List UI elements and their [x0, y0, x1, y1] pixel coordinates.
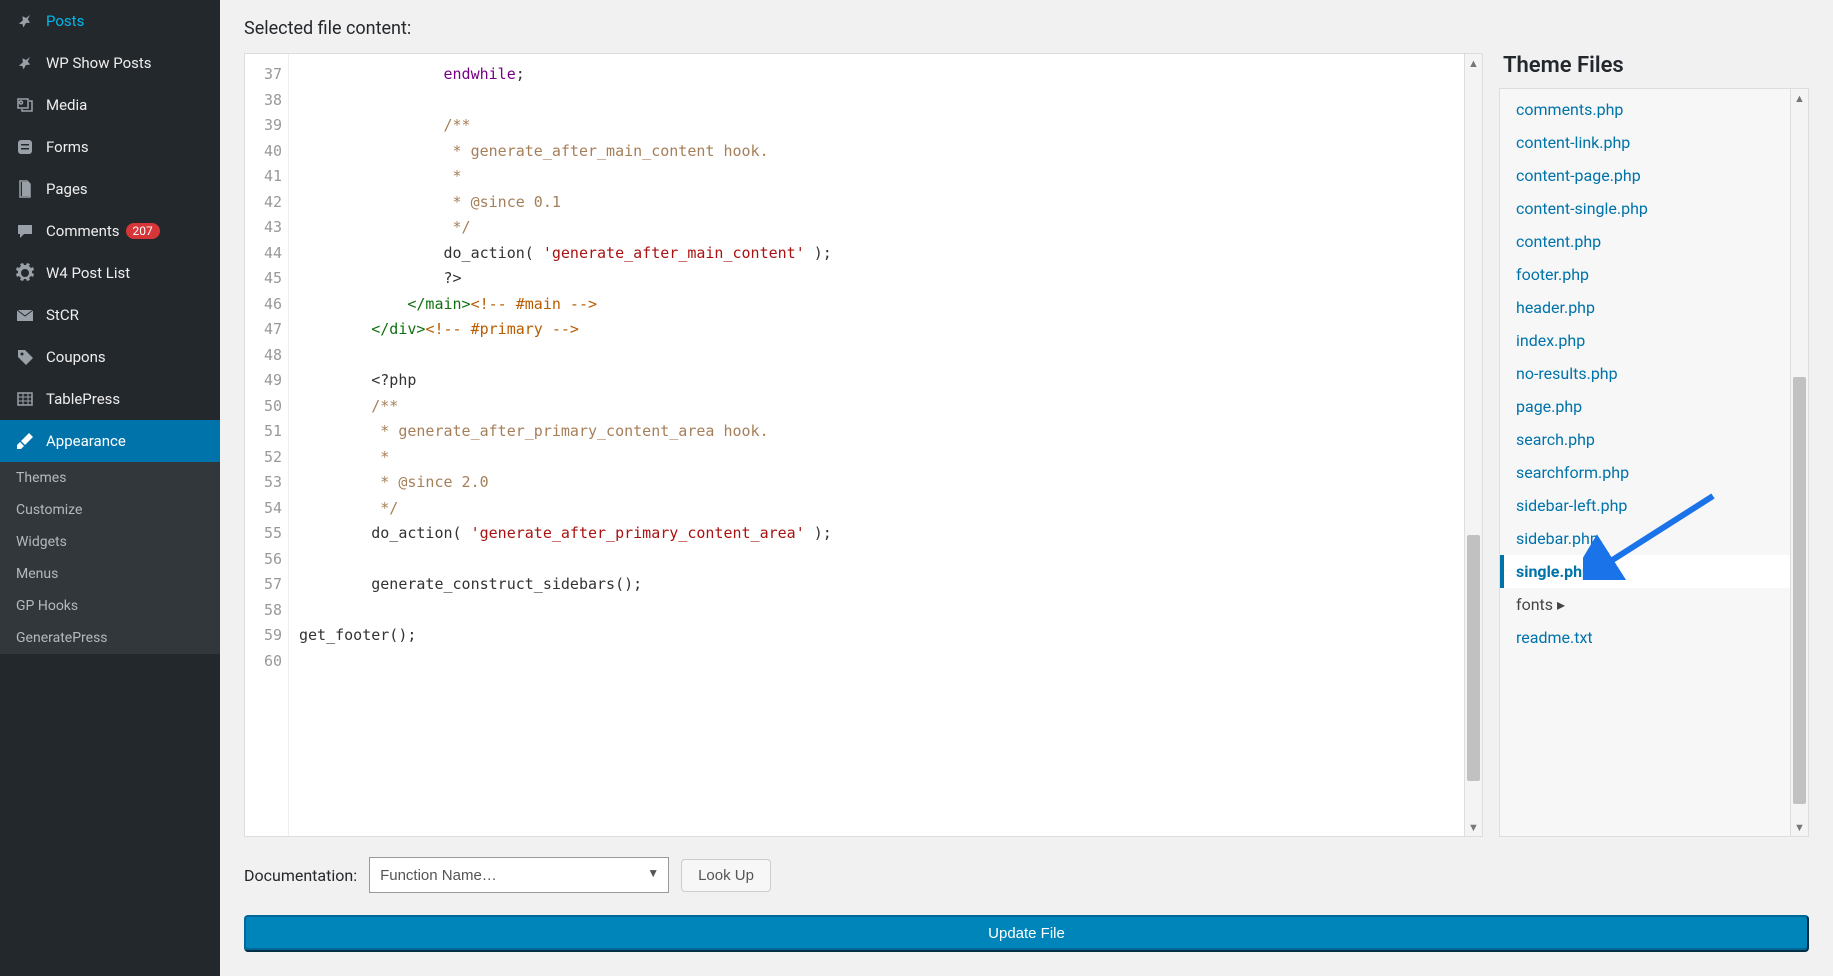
- code-area[interactable]: endwhile; /** * generate_after_main_cont…: [289, 54, 1482, 836]
- file-item-index-php[interactable]: index.php: [1500, 324, 1790, 357]
- badge: 207: [126, 223, 160, 239]
- scroll-down-icon[interactable]: ▼: [1791, 818, 1808, 836]
- file-item-comments-php[interactable]: comments.php: [1500, 93, 1790, 126]
- sidebar-item-wp-show-posts[interactable]: WP Show Posts: [0, 42, 220, 84]
- forms-icon: [14, 136, 36, 158]
- file-item-searchform-php[interactable]: searchform.php: [1500, 456, 1790, 489]
- submenu-item-generatepress[interactable]: GeneratePress: [0, 622, 220, 654]
- file-item-single-php[interactable]: single.php: [1500, 555, 1790, 588]
- files-scroll-thumb[interactable]: [1793, 377, 1806, 804]
- file-item-content-single-php[interactable]: content-single.php: [1500, 192, 1790, 225]
- submenu-item-customize[interactable]: Customize: [0, 494, 220, 526]
- theme-files-list: comments.phpcontent-link.phpcontent-page…: [1500, 89, 1790, 836]
- table-icon: [14, 388, 36, 410]
- function-name-select[interactable]: Function Name…: [369, 857, 669, 893]
- code-editor[interactable]: 37 38 39 40 41 42 43 44 45 46 47 48 49 5…: [244, 53, 1483, 837]
- editor-scrollbar[interactable]: ▲ ▼: [1464, 54, 1482, 836]
- file-item-search-php[interactable]: search.php: [1500, 423, 1790, 456]
- submenu-item-menus[interactable]: Menus: [0, 558, 220, 590]
- file-item-readme-txt[interactable]: readme.txt: [1500, 621, 1790, 654]
- theme-files-title: Theme Files: [1499, 53, 1809, 88]
- sidebar-item-coupons[interactable]: Coupons: [0, 336, 220, 378]
- file-item-no-results-php[interactable]: no-results.php: [1500, 357, 1790, 390]
- file-item-content-page-php[interactable]: content-page.php: [1500, 159, 1790, 192]
- editor-scroll-thumb[interactable]: [1467, 535, 1480, 781]
- file-item-fonts[interactable]: fonts: [1500, 588, 1790, 621]
- sidebar-item-stcr[interactable]: StCR: [0, 294, 220, 336]
- theme-files-panel: Theme Files comments.phpcontent-link.php…: [1499, 53, 1809, 837]
- documentation-label: Documentation:: [244, 866, 357, 885]
- file-item-content-link-php[interactable]: content-link.php: [1500, 126, 1790, 159]
- sidebar-item-tablepress[interactable]: TablePress: [0, 378, 220, 420]
- sidebar-item-media[interactable]: Media: [0, 84, 220, 126]
- file-item-sidebar-left-php[interactable]: sidebar-left.php: [1500, 489, 1790, 522]
- sidebar-item-pages[interactable]: Pages: [0, 168, 220, 210]
- pages-icon: [14, 178, 36, 200]
- sidebar-item-posts[interactable]: Posts: [0, 0, 220, 42]
- file-item-sidebar-php[interactable]: sidebar.php: [1500, 522, 1790, 555]
- submenu-item-themes[interactable]: Themes: [0, 462, 220, 494]
- sidebar-item-w4-post-list[interactable]: W4 Post List: [0, 252, 220, 294]
- main-content: Selected file content: 37 38 39 40 41 42…: [220, 0, 1833, 976]
- line-gutter: 37 38 39 40 41 42 43 44 45 46 47 48 49 5…: [245, 54, 289, 836]
- file-item-content-php[interactable]: content.php: [1500, 225, 1790, 258]
- update-file-button[interactable]: Update File: [244, 915, 1809, 952]
- submenu-item-widgets[interactable]: Widgets: [0, 526, 220, 558]
- sidebar-item-comments[interactable]: Comments207: [0, 210, 220, 252]
- brush-icon: [14, 430, 36, 452]
- content-heading: Selected file content:: [244, 0, 1809, 53]
- mail-icon: [14, 304, 36, 326]
- pin-icon: [14, 52, 36, 74]
- admin-sidebar: PostsWP Show PostsMediaFormsPagesComment…: [0, 0, 220, 976]
- scroll-up-icon[interactable]: ▲: [1465, 54, 1482, 72]
- file-item-footer-php[interactable]: footer.php: [1500, 258, 1790, 291]
- scroll-down-icon[interactable]: ▼: [1465, 818, 1482, 836]
- look-up-button[interactable]: Look Up: [681, 859, 771, 892]
- sidebar-item-appearance[interactable]: Appearance: [0, 420, 220, 462]
- sidebar-item-forms[interactable]: Forms: [0, 126, 220, 168]
- tag-icon: [14, 346, 36, 368]
- files-scrollbar[interactable]: ▲ ▼: [1790, 89, 1808, 836]
- documentation-row: Documentation: Function Name… Look Up: [244, 857, 1809, 893]
- submenu-item-gp-hooks[interactable]: GP Hooks: [0, 590, 220, 622]
- pin-icon: [14, 10, 36, 32]
- gear-icon: [14, 262, 36, 284]
- file-item-page-php[interactable]: page.php: [1500, 390, 1790, 423]
- comment-icon: [14, 220, 36, 242]
- scroll-up-icon[interactable]: ▲: [1791, 89, 1808, 107]
- media-icon: [14, 94, 36, 116]
- file-item-header-php[interactable]: header.php: [1500, 291, 1790, 324]
